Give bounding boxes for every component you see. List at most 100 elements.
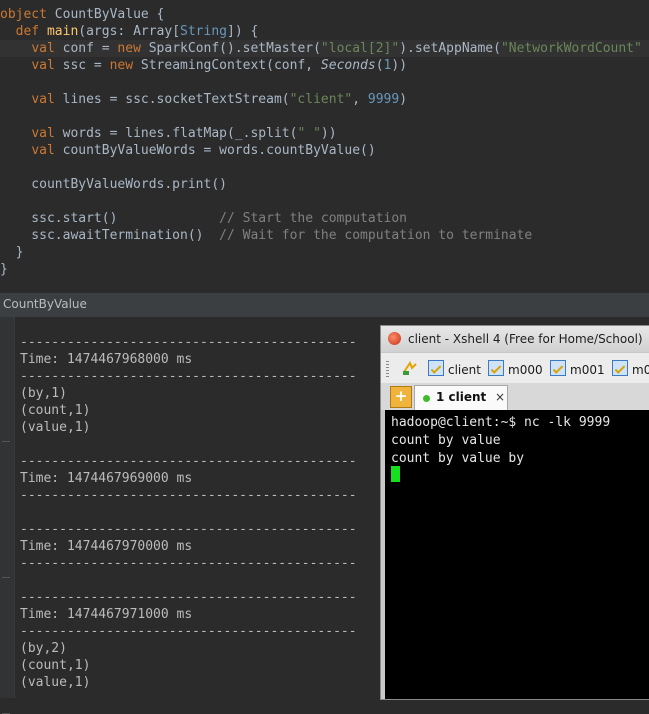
code-token: "client": [289, 92, 353, 107]
toolbar-grip-icon[interactable]: [386, 361, 389, 377]
tab-1-client[interactable]: 1 client ×: [414, 385, 508, 411]
session-icon: [612, 360, 628, 376]
console-line: ----------------------------------------…: [20, 522, 357, 537]
code-token: new: [109, 58, 141, 73]
xshell-app-icon: [388, 332, 401, 345]
console-line: (by,1): [20, 386, 67, 401]
run-panel-title: CountByValue: [3, 297, 87, 311]
session-m000-button[interactable]: m000: [488, 360, 543, 378]
code-line[interactable]: val lines = ssc.socketTextStream("client…: [0, 91, 649, 108]
terminal-screen[interactable]: hadoop@client:~$ nc -lk 9999 count by va…: [385, 410, 649, 699]
code-line[interactable]: def main(args: Array[String]) {: [0, 23, 649, 40]
code-token: SparkConf().setMaster(: [148, 41, 321, 56]
xshell-window[interactable]: client - Xshell 4 (Free for Home/School)…: [380, 325, 649, 700]
code-line[interactable]: object CountByValue {: [0, 6, 649, 23]
code-token: (: [375, 58, 384, 73]
session-icon: [488, 360, 504, 376]
code-token: ): [399, 92, 408, 107]
code-token: countByValueWords.print(): [0, 177, 227, 192]
code-token: }: [0, 262, 8, 277]
code-line[interactable]: val words = lines.flatMap(_.split(" ")): [0, 125, 649, 142]
code-token: (args: Array[: [78, 24, 181, 39]
code-token: val: [31, 41, 63, 56]
code-token: object: [0, 7, 55, 22]
code-token: ssc =: [62, 58, 110, 73]
tab-label: 1 client: [436, 390, 487, 404]
console-line: (count,1): [20, 658, 91, 673]
xshell-tabbar: + 1 client ×: [381, 383, 649, 411]
tab-close-icon[interactable]: ×: [495, 390, 505, 404]
code-token: // Wait for the computation to terminate: [219, 228, 533, 243]
code-line[interactable]: val countByValueWords = words.countByVal…: [0, 142, 649, 159]
code-line[interactable]: ssc.awaitTermination() // Wait for the c…: [0, 227, 649, 244]
code-line[interactable]: countByValueWords.print(): [0, 176, 649, 193]
terminal-cursor: [391, 466, 400, 482]
run-console-gutter: [0, 317, 15, 714]
console-line: ----------------------------------------…: [20, 369, 357, 384]
code-token: val: [31, 143, 63, 158]
xshell-titlebar[interactable]: client - Xshell 4 (Free for Home/School): [381, 326, 649, 352]
code-token: main: [46, 24, 79, 39]
console-line: Time: 1474467970000 ms: [20, 539, 193, 554]
code-token: 9999: [367, 92, 400, 107]
code-editor[interactable]: object CountByValue { def main(args: Arr…: [0, 0, 649, 292]
code-token: CountByValue {: [54, 7, 165, 22]
code-token: Seconds: [320, 58, 376, 73]
new-session-icon[interactable]: [402, 360, 418, 376]
connected-status-icon: [423, 395, 430, 402]
code-token: " ": [297, 126, 321, 141]
console-line: ----------------------------------------…: [20, 335, 357, 350]
code-token: String: [180, 24, 227, 39]
terminal-line: count by value by: [391, 451, 525, 466]
session-m00-button[interactable]: m00: [612, 360, 649, 378]
code-token: ssc.start(): [0, 211, 220, 226]
code-line[interactable]: [0, 159, 649, 176]
code-token: }: [0, 245, 24, 260]
code-line[interactable]: val conf = new SparkConf().setMaster("lo…: [0, 40, 649, 57]
run-panel-header: CountByValue: [0, 292, 649, 318]
code-line[interactable]: [0, 74, 649, 91]
code-token: val: [31, 58, 63, 73]
code-token: )): [320, 126, 337, 141]
code-line[interactable]: }: [0, 261, 649, 278]
add-tab-button[interactable]: +: [390, 386, 412, 408]
code-token: ,: [352, 92, 368, 107]
console-line: ----------------------------------------…: [20, 590, 357, 605]
code-token: "local[2]": [320, 41, 400, 56]
session-m001-button[interactable]: m001: [550, 360, 605, 378]
code-token: "NetworkWordCount": [500, 41, 642, 56]
console-line: Time: 1474467969000 ms: [20, 471, 193, 486]
code-token: StreamingContext(conf,: [140, 58, 321, 73]
code-token: ]) {: [227, 24, 259, 39]
code-token: val: [31, 92, 63, 107]
code-token: def: [15, 24, 47, 39]
xshell-session-toolbar: client m000 m001 m00: [381, 352, 649, 384]
code-token: lines = ssc.socketTextStream(: [62, 92, 290, 107]
code-line[interactable]: val ssc = new StreamingContext(conf, Sec…: [0, 57, 649, 74]
code-token: val: [31, 126, 63, 141]
code-token: countByValueWords = words.countByValue(): [62, 143, 376, 158]
console-line: (value,1): [20, 675, 91, 690]
session-icon: [428, 360, 444, 376]
code-token: )): [391, 58, 408, 73]
code-line[interactable]: [0, 193, 649, 210]
terminal-line: hadoop@client:~$ nc -lk 9999: [391, 415, 611, 430]
code-line[interactable]: ssc.start() // Start the computation: [0, 210, 649, 227]
terminal-line: count by value: [391, 433, 501, 448]
code-token: ssc.awaitTermination(): [0, 228, 220, 243]
code-token: ).setAppName(: [399, 41, 501, 56]
console-line: ----------------------------------------…: [20, 488, 357, 503]
code-token: // Start the computation: [219, 211, 407, 226]
console-line: (by,2): [20, 641, 67, 656]
console-line: ----------------------------------------…: [20, 556, 357, 571]
session-client-button[interactable]: client: [428, 360, 481, 378]
gutter-tick: [2, 441, 10, 442]
console-line: Time: 1474467971000 ms: [20, 607, 193, 622]
console-line: (count,1): [20, 403, 91, 418]
code-line[interactable]: [0, 108, 649, 125]
code-token: words = lines.flatMap(_.split(: [62, 126, 298, 141]
code-line[interactable]: }: [0, 244, 649, 261]
